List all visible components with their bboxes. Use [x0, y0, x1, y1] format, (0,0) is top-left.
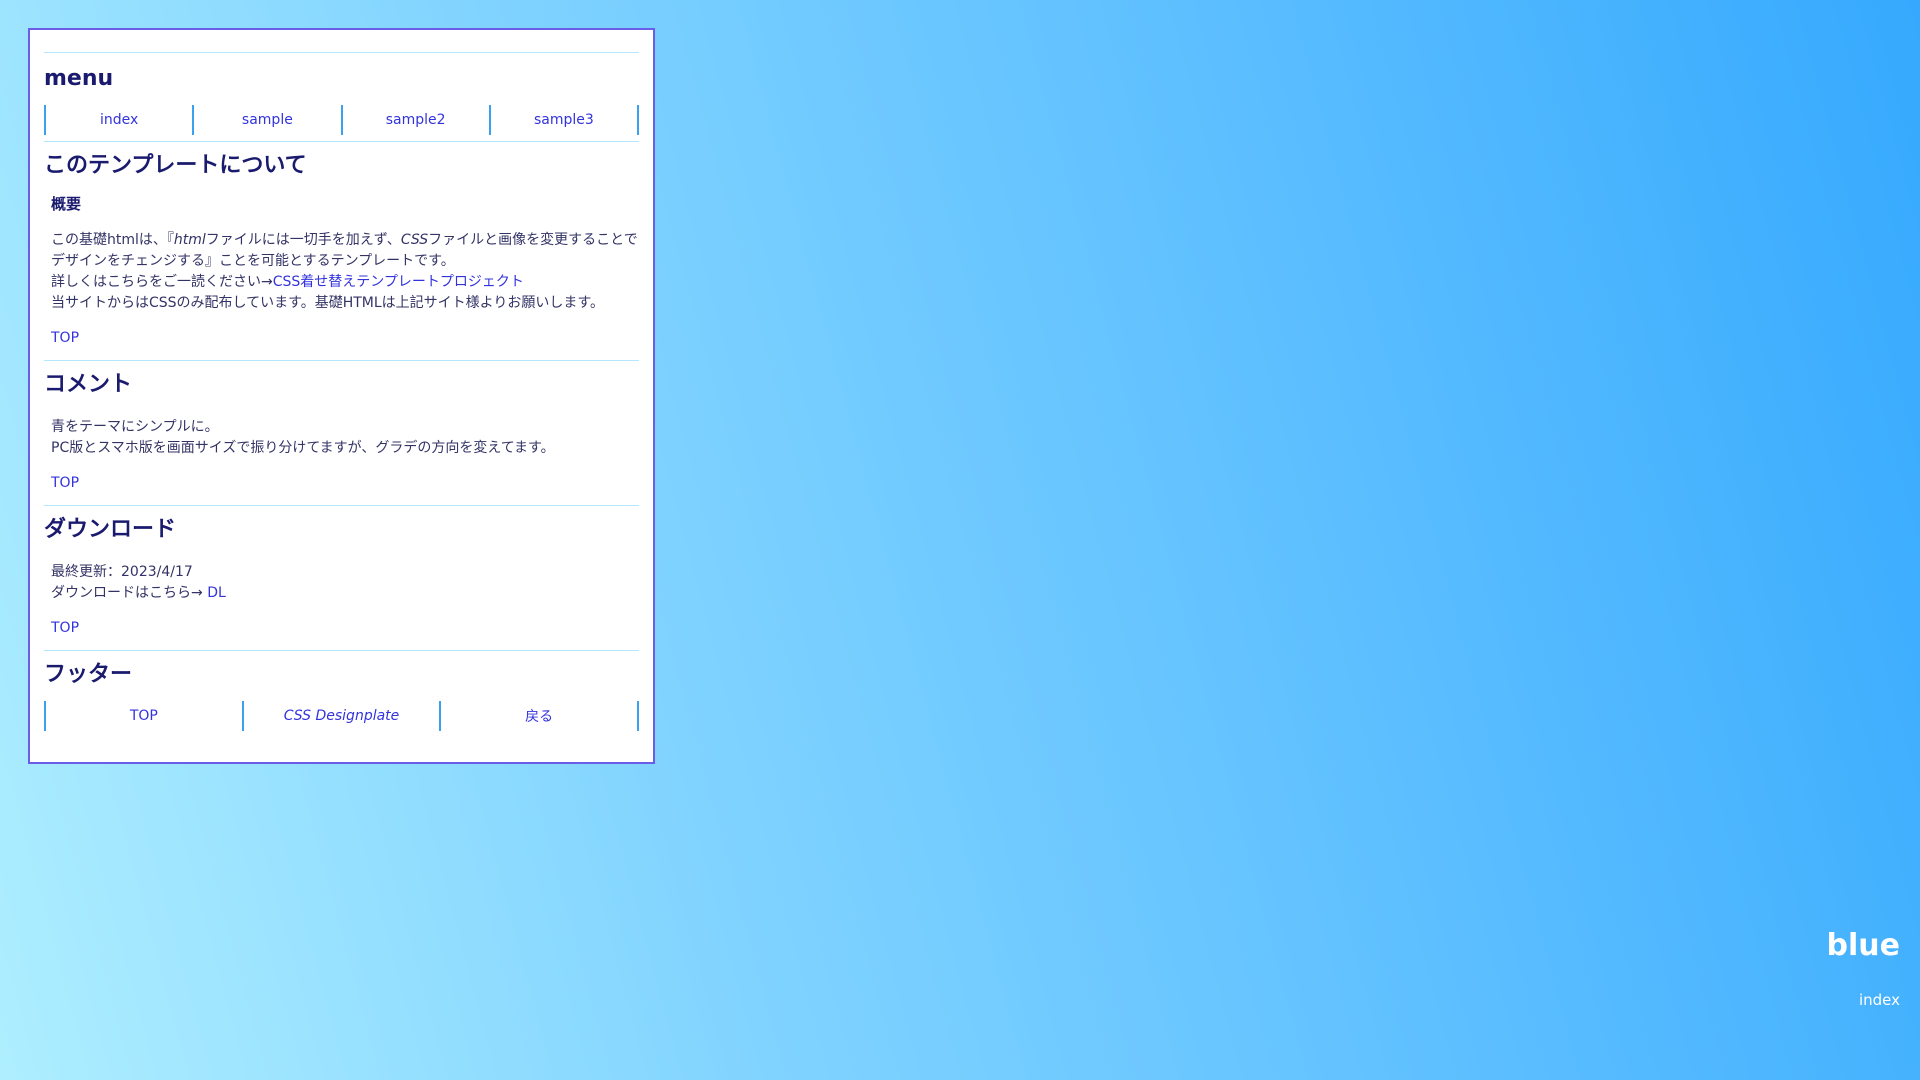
comment-title: コメント [44, 372, 133, 397]
footer-section-header: フッター [44, 651, 639, 689]
about-top-link[interactable]: TOP [51, 328, 79, 348]
about-title: このテンプレートについて [44, 153, 307, 178]
menu-item-sample3[interactable]: sample3 [491, 105, 639, 135]
main-panel: menu index sample sample2 sample3 このテンプレ… [28, 28, 655, 764]
comment-line: 青をテーマにシンプルに。 [51, 419, 219, 435]
footer-nav: TOP CSS Designplate 戻る [44, 701, 640, 731]
footer-item-back[interactable]: 戻る [441, 701, 640, 731]
footer-item-top[interactable]: TOP [46, 701, 244, 731]
download-text: 最終更新：2023/4/17 ダウンロードはこちら→ DL [51, 562, 639, 604]
comment-top-link[interactable]: TOP [51, 473, 79, 493]
corner-index-link[interactable]: index [1859, 990, 1900, 1010]
comment-line: PC版とスマホ版を画面サイズで振り分けてますが、グラデの方向を変えてます。 [51, 440, 555, 456]
menu-item-sample2[interactable]: sample2 [343, 105, 491, 135]
footer-title: フッター [44, 662, 133, 687]
project-link[interactable]: CSS着せ替えテンプレートプロジェクト [273, 274, 524, 290]
about-description: この基礎htmlは、『htmlファイルには一切手を加えず、CSSファイルと画像を… [51, 230, 639, 314]
download-prompt: ダウンロードはこちら→ [51, 585, 208, 601]
download-section-header: ダウンロード [44, 506, 639, 544]
about-text-em-css: CSS [400, 232, 429, 248]
about-subtitle: 概要 [51, 195, 82, 213]
about-text-note: 当サイトからはCSSのみ配布しています。基礎HTMLは上記サイト様よりお願いしま… [51, 295, 605, 311]
comment-text: 青をテーマにシンプルに。 PC版とスマホ版を画面サイズで振り分けてますが、グラデ… [51, 417, 639, 459]
footer-item-css-designplate[interactable]: CSS Designplate [244, 701, 442, 731]
about-text-part: ファイルには一切手を加えず、 [205, 232, 401, 248]
download-link[interactable]: DL [207, 585, 226, 601]
menu-title: menu [44, 66, 114, 91]
download-title: ダウンロード [44, 517, 177, 542]
menu-item-index[interactable]: index [46, 105, 195, 135]
menu-nav: index sample sample2 sample3 [44, 105, 639, 135]
about-text-em-html: html [173, 232, 206, 248]
menu-section-header: menu [44, 53, 639, 99]
site-title: blue [1826, 928, 1900, 963]
download-top-link[interactable]: TOP [51, 618, 79, 638]
about-text-part: この基礎htmlは、『 [51, 232, 174, 248]
menu-item-sample[interactable]: sample [194, 105, 343, 135]
about-section-header: このテンプレートについて [44, 142, 639, 180]
last-updated: 最終更新：2023/4/17 [51, 564, 193, 580]
about-text-more: 詳しくはこちらをご一読ください→ [51, 274, 273, 290]
comment-section-header: コメント [44, 361, 639, 399]
